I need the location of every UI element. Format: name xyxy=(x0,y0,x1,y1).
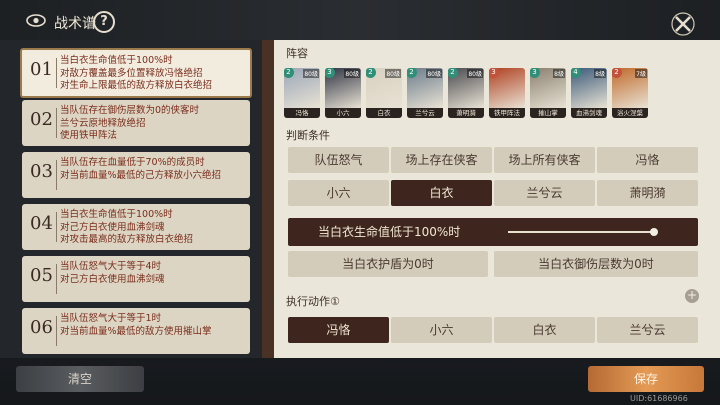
slot-line: 兰兮云原地释放绝招 xyxy=(60,117,146,129)
tactic-slot[interactable]: 01 当白衣生命值低于100%时 对敌方覆盖最多位置释放冯恪绝招 对生命上限最低的敌方… xyxy=(20,48,252,98)
slot-line: 当白衣生命值低于100%时 xyxy=(60,55,173,66)
slot-line: 当队伍怒气大于等于4时 xyxy=(60,261,162,272)
slot-description: 当队伍怒气大于等于4时 对己方白衣使用血沸剑魂 xyxy=(60,261,165,286)
tactic-slot[interactable]: 03 当队伍存在血量低于70%的成员时 对当前血量%最低的己方释放小六绝招 xyxy=(22,152,250,198)
condition-type-option[interactable]: 场上存在侠客 xyxy=(391,147,492,173)
condition-target-option[interactable]: 兰兮云 xyxy=(494,180,595,206)
condition-target-option[interactable]: 白衣 xyxy=(391,180,492,206)
slot-divider xyxy=(56,212,57,242)
slot-divider xyxy=(56,316,57,346)
slot-number: 03 xyxy=(30,161,53,182)
card-level: 80级 xyxy=(385,69,401,78)
panel-border xyxy=(262,40,274,358)
slot-number: 01 xyxy=(30,59,53,80)
slot-divider xyxy=(56,58,57,88)
lineup-card[interactable]: 2 80级 兰兮云 xyxy=(407,68,443,118)
conditions-label: 判断条件 xyxy=(286,129,330,142)
slot-divider xyxy=(56,108,57,138)
clear-button[interactable]: 清空 xyxy=(16,366,144,392)
card-level: 80级 xyxy=(426,69,442,78)
slot-line: 当队伍怒气大于等于1时 xyxy=(60,313,162,324)
tactic-slot[interactable]: 06 当队伍怒气大于等于1时 对当前血量%最低的敌方使用摧山掌 xyxy=(22,308,250,354)
card-name: 铁甲阵法 xyxy=(489,108,525,118)
card-name: 浴火涅槃 xyxy=(612,108,648,118)
slot-line: 对攻击最高的敌方释放白衣绝招 xyxy=(60,234,194,245)
lineup-card[interactable]: 2 80级 萧明漪 xyxy=(448,68,484,118)
tactic-slot[interactable]: 02 当队伍存在御伤层数为0的侠客时 兰兮云原地释放绝招 使用铁甲阵法 xyxy=(22,100,250,146)
lineup-card[interactable]: 3 80级 小六 xyxy=(325,68,361,118)
slot-line: 对己方白衣使用血沸剑魂 xyxy=(60,273,165,285)
slot-line: 对敌方覆盖最多位置释放冯恪绝招 xyxy=(60,67,203,79)
action-target-option[interactable]: 小六 xyxy=(391,317,492,343)
slot-line: 对己方白衣使用血沸剑魂 xyxy=(60,221,165,233)
add-action-icon[interactable]: + xyxy=(685,289,699,303)
card-level: 80级 xyxy=(467,69,483,78)
clear-label: 清空 xyxy=(67,372,92,386)
card-name: 血沸剑魂 xyxy=(571,108,607,118)
slot-description: 当队伍存在御伤层数为0的侠客时 兰兮云原地释放绝招 使用铁甲阵法 xyxy=(60,105,199,143)
condition-target-option[interactable]: 小六 xyxy=(288,180,389,206)
hp-threshold-slider[interactable]: 当白衣生命值低于100%时 xyxy=(288,218,698,246)
close-icon[interactable] xyxy=(670,11,696,37)
condition-type-option[interactable]: 冯恪 xyxy=(597,147,698,173)
actions-label: 执行动作① xyxy=(286,293,340,309)
slot-line: 对当前血量%最低的敌方使用摧山掌 xyxy=(60,325,212,337)
slot-number: 02 xyxy=(30,109,53,130)
eye-icon[interactable] xyxy=(26,14,46,27)
condition-shield-zero[interactable]: 当白衣护盾为0时 xyxy=(288,251,488,277)
card-level: 8级 xyxy=(594,69,606,78)
action-target-option[interactable]: 冯恪 xyxy=(288,317,389,343)
condition-guard-zero[interactable]: 当白衣御伤层数为0时 xyxy=(494,251,698,277)
slot-line: 使用铁甲阵法 xyxy=(60,130,118,141)
page-title: 战术谱 xyxy=(54,16,96,32)
slot-line: 对生命上限最低的敌方释放白衣绝招 xyxy=(60,80,213,91)
lineup-card[interactable]: 3 铁甲阵法 xyxy=(489,68,525,118)
slot-number: 04 xyxy=(30,213,53,234)
save-label: 保存 xyxy=(633,372,658,386)
lineup-card[interactable]: 2 80级 白衣 xyxy=(366,68,402,118)
card-name: 白衣 xyxy=(366,108,402,118)
slot-description: 当队伍怒气大于等于1时 对当前血量%最低的敌方使用摧山掌 xyxy=(60,313,212,338)
slot-description: 当白衣生命值低于100%时 对敌方覆盖最多位置释放冯恪绝招 对生命上限最低的敌方释放… xyxy=(60,55,212,93)
slot-line: 当队伍存在御伤层数为0的侠客时 xyxy=(60,105,200,116)
action-target-option[interactable]: 兰兮云 xyxy=(597,317,698,343)
uid-label: UID:61686966 xyxy=(630,394,688,403)
condition-type-option[interactable]: 队伍怒气 xyxy=(288,147,389,173)
card-level: 8级 xyxy=(553,69,565,78)
card-name: 冯恪 xyxy=(284,108,320,118)
card-level: 7级 xyxy=(635,69,647,78)
card-name: 萧明漪 xyxy=(448,108,484,118)
slider-label: 当白衣生命值低于100%时 xyxy=(318,225,461,239)
slot-line: 当队伍存在血量低于70%的成员时 xyxy=(60,157,205,168)
lineup-card[interactable]: 2 7级 浴火涅槃 xyxy=(612,68,648,118)
slider-track[interactable] xyxy=(508,231,654,233)
card-name: 摧山掌 xyxy=(530,108,566,118)
slot-number: 05 xyxy=(30,265,53,286)
condition-target-option[interactable]: 萧明漪 xyxy=(597,180,698,206)
action-target-option[interactable]: 白衣 xyxy=(494,317,595,343)
condition-type-option[interactable]: 场上所有侠客 xyxy=(494,147,595,173)
slot-description: 当白衣生命值低于100%时 对己方白衣使用血沸剑魂 对攻击最高的敌方释放白衣绝招 xyxy=(60,209,193,247)
save-button[interactable]: 保存 xyxy=(588,366,704,392)
help-icon[interactable]: ? xyxy=(93,11,115,33)
slot-divider xyxy=(56,264,57,294)
card-level: 80级 xyxy=(344,69,360,78)
info-icon[interactable]: ① xyxy=(330,295,340,308)
card-level: 80级 xyxy=(303,69,319,78)
tactic-slot[interactable]: 04 当白衣生命值低于100%时 对己方白衣使用血沸剑魂 对攻击最高的敌方释放白衣绝招 xyxy=(22,204,250,250)
lineup-card[interactable]: 2 80级 冯恪 xyxy=(284,68,320,118)
card-name: 兰兮云 xyxy=(407,108,443,118)
slider-handle[interactable] xyxy=(650,228,658,236)
slot-line: 当白衣生命值低于100%时 xyxy=(60,209,173,220)
slot-description: 当队伍存在血量低于70%的成员时 对当前血量%最低的己方释放小六绝招 xyxy=(60,157,221,182)
lineup-label: 阵容 xyxy=(286,47,308,60)
lineup-card[interactable]: 4 8级 血沸剑魂 xyxy=(571,68,607,118)
card-name: 小六 xyxy=(325,108,361,118)
slot-number: 06 xyxy=(30,317,53,338)
slot-line: 对当前血量%最低的己方释放小六绝招 xyxy=(60,169,222,181)
slot-divider xyxy=(56,160,57,190)
tactic-slot[interactable]: 05 当队伍怒气大于等于4时 对己方白衣使用血沸剑魂 xyxy=(22,256,250,302)
actions-label-text: 执行动作 xyxy=(286,295,330,308)
lineup-card[interactable]: 3 8级 摧山掌 xyxy=(530,68,566,118)
